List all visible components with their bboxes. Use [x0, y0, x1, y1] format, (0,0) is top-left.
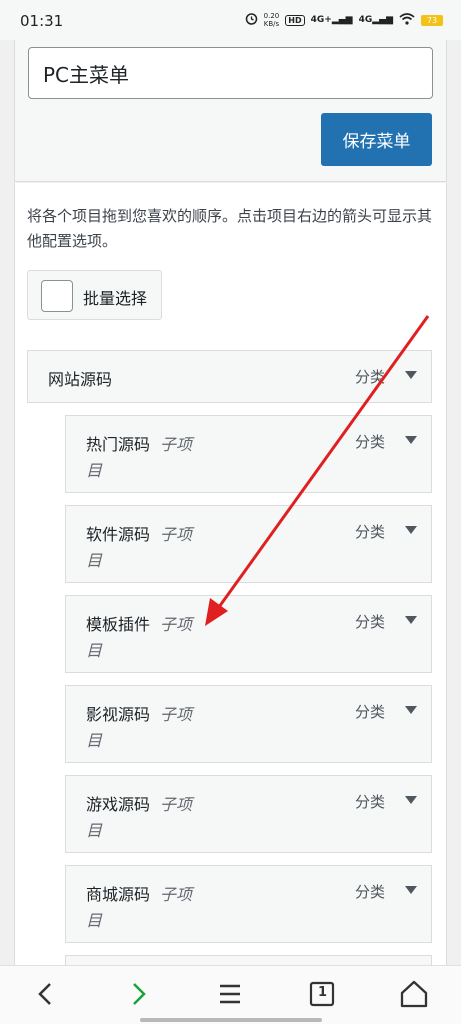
menu-item-sub-label: 子项	[160, 615, 193, 634]
status-bar: 01:31 0.20 KB/s HD 4G+▂▄▆ 4G▂▄▆ 73	[0, 0, 461, 40]
hd-badge: HD	[285, 14, 305, 26]
chevron-down-icon[interactable]	[405, 436, 417, 444]
menu-item-type: 分类	[354, 793, 385, 811]
menu-item-title: 网站源码	[48, 370, 113, 389]
save-menu-button[interactable]: 保存菜单	[321, 113, 432, 166]
menu-item-sub-label: 子项	[160, 885, 193, 904]
signal-label-1: 4G+	[310, 15, 332, 25]
menu-item[interactable]: 游戏源码 子项 目 分类	[65, 775, 432, 853]
menu-item-type: 分类	[354, 703, 385, 721]
bulk-select-checkbox[interactable]	[41, 280, 73, 312]
bottom-navigation-bar: 1	[0, 965, 461, 1024]
menu-item-sub-label-tail: 目	[86, 911, 103, 930]
menu-item-type: 分类	[354, 883, 385, 901]
menu-item-title: 商城源码 子项	[86, 881, 192, 905]
signal-icon: 4G+▂▄▆	[310, 15, 353, 25]
menu-item-sub-label-tail: 目	[86, 641, 103, 660]
menu-item-title-text: 热门源码	[86, 435, 151, 454]
chevron-down-icon[interactable]	[405, 526, 417, 534]
menu-item-type: 分类	[354, 368, 385, 386]
menu-item-sub-label: 子项	[160, 435, 193, 454]
menu-item-title-text: 游戏源码	[86, 795, 151, 814]
bulk-select-label: 批量选择	[83, 289, 148, 308]
menu-item-sub-label-tail: 目	[86, 551, 103, 570]
home-icon[interactable]	[398, 978, 430, 1010]
menu-item-title-text: 商城源码	[86, 885, 151, 904]
menu-item-title-text: 软件源码	[86, 525, 151, 544]
menu-item[interactable]: 模板插件 子项 目 分类	[65, 595, 432, 673]
menu-item-title-text: 影视源码	[86, 705, 151, 724]
menu-item-sub-label: 子项	[160, 705, 193, 724]
menu-item-title: 软件源码 子项	[86, 521, 192, 545]
battery-icon: 73	[421, 14, 443, 26]
alarm-icon	[245, 12, 258, 28]
chevron-down-icon[interactable]	[405, 616, 417, 624]
menu-item-title: 模板插件 子项	[86, 611, 192, 635]
menu-item-sub-label-tail: 目	[86, 821, 103, 840]
menu-item-title-text: 模板插件	[86, 615, 151, 634]
forward-icon[interactable]	[122, 978, 154, 1010]
signal-label-2: 4G	[358, 15, 373, 25]
menu-item-sub-label: 子项	[160, 525, 193, 544]
menu-item[interactable]: 热门源码 子项 目 分类	[65, 415, 432, 493]
network-speed-unit: KB/s	[263, 20, 280, 28]
menu-item-sub-label-tail: 目	[86, 461, 103, 480]
menu-item[interactable]: 商城源码 子项 目 分类	[65, 865, 432, 943]
back-icon[interactable]	[30, 978, 62, 1010]
tabs-button[interactable]: 1	[306, 978, 338, 1010]
network-speed: 0.20 KB/s	[264, 12, 280, 28]
status-icons: 0.20 KB/s HD 4G+▂▄▆ 4G▂▄▆ 73	[245, 12, 443, 28]
tab-count: 1	[318, 985, 328, 1000]
menu-name-input[interactable]	[28, 47, 433, 99]
menu-item-title: 影视源码 子项	[86, 701, 192, 725]
menu-item-title: 游戏源码 子项	[86, 791, 192, 815]
menu-item-title: 热门源码 子项	[86, 431, 192, 455]
home-indicator[interactable]	[140, 1018, 322, 1022]
signal-icon-2: 4G▂▄▆	[358, 15, 393, 25]
menu-item-type: 分类	[354, 433, 385, 451]
status-time: 01:31	[20, 12, 64, 30]
menu-item-type: 分类	[354, 523, 385, 541]
chevron-down-icon[interactable]	[405, 886, 417, 894]
menu-item[interactable]: 软件源码 子项 目 分类	[65, 505, 432, 583]
chevron-down-icon[interactable]	[405, 371, 417, 379]
menu-icon[interactable]	[214, 978, 246, 1010]
wifi-icon	[399, 12, 415, 28]
menu-item[interactable]: 影视源码 子项 目 分类	[65, 685, 432, 763]
instructions-text: 将各个项目拖到您喜欢的顺序。点击项目右边的箭头可显示其他配置选项。	[27, 207, 433, 250]
menu-item-type: 分类	[354, 613, 385, 631]
menu-item-sub-label-tail: 目	[86, 731, 103, 750]
bulk-select-button[interactable]: 批量选择	[27, 270, 162, 320]
menu-item[interactable]: 网站源码 分类	[27, 350, 432, 403]
chevron-down-icon[interactable]	[405, 796, 417, 804]
network-speed-value: 0.20	[263, 12, 280, 20]
menu-item-sub-label: 子项	[160, 795, 193, 814]
chevron-down-icon[interactable]	[405, 706, 417, 714]
